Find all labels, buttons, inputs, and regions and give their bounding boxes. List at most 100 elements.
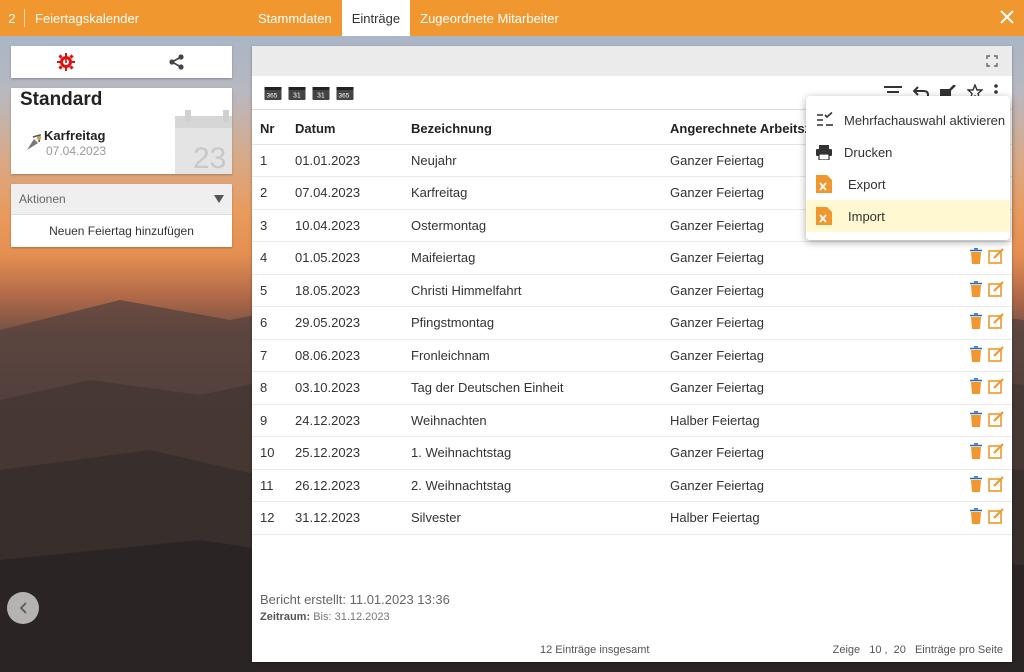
- actions-header-label: Aktionen: [19, 192, 66, 206]
- edit-icon[interactable]: [988, 346, 1004, 362]
- cell-nr: 2: [252, 176, 287, 210]
- window-number: 2: [8, 10, 16, 26]
- edit-icon[interactable]: [988, 248, 1004, 265]
- multi-select-icon: [817, 112, 833, 126]
- column-header-nr[interactable]: Nr: [252, 114, 287, 145]
- year-view-icon[interactable]: 365: [264, 85, 282, 100]
- delete-icon[interactable]: [970, 248, 982, 265]
- close-icon[interactable]: [1000, 8, 1014, 28]
- cell-arbeitszeit: Ganzer Feiertag: [662, 306, 952, 340]
- printer-icon: [816, 144, 832, 160]
- menu-item-import-label: Import: [848, 208, 885, 224]
- fullscreen-icon[interactable]: [986, 55, 998, 67]
- edit-icon[interactable]: [988, 443, 1004, 460]
- table-row[interactable]: 7 08.06.2023 Fronleichnam Ganzer Feiertag: [252, 339, 1012, 372]
- report-period: Zeitraum: Bis: 31.12.2023: [260, 611, 390, 623]
- cell-actions: [952, 469, 1012, 502]
- delete-icon[interactable]: [970, 410, 982, 427]
- menu-item-multiselect-label: Mehrfachauswahl aktivieren: [844, 112, 1006, 128]
- edit-icon[interactable]: [988, 411, 1004, 427]
- edit-icon[interactable]: [988, 508, 1004, 525]
- edit-icon[interactable]: [988, 378, 1004, 395]
- cell-arbeitszeit: Ganzer Feiertag: [662, 469, 952, 502]
- delete-icon[interactable]: [970, 345, 982, 362]
- cell-nr: 4: [252, 241, 287, 275]
- cell-bezeichnung: Pfingstmontag: [403, 306, 662, 340]
- cell-bezeichnung: Karfreitag: [403, 176, 662, 210]
- share-button[interactable]: [122, 46, 233, 78]
- page-size-option-10[interactable]: 10: [869, 644, 881, 656]
- edit-icon[interactable]: [988, 281, 1004, 297]
- edit-icon[interactable]: [988, 476, 1004, 492]
- tab-zugeordnete-mitarbeiter[interactable]: Zugeordnete Mitarbeiter: [410, 0, 569, 36]
- cell-bezeichnung: Maifeiertag: [403, 241, 662, 275]
- table-row[interactable]: 6 29.05.2023 Pfingstmontag Ganzer Feiertag: [252, 306, 1012, 340]
- cell-actions: [952, 404, 1012, 437]
- page-title: Feiertagskalender: [35, 10, 140, 26]
- add-holiday-action[interactable]: Neuen Feiertag hinzufügen: [11, 215, 232, 246]
- actions-header[interactable]: Aktionen: [11, 184, 232, 215]
- cell-datum: 26.12.2023: [287, 469, 403, 502]
- month-view-alt-icon[interactable]: 31: [312, 85, 330, 100]
- cell-actions: [952, 306, 1012, 340]
- column-header-bezeichnung[interactable]: Bezeichnung: [403, 114, 662, 145]
- cell-arbeitszeit: Halber Feiertag: [662, 404, 952, 437]
- delete-icon[interactable]: [970, 475, 982, 492]
- cell-nr: 10: [252, 436, 287, 470]
- menu-item-import[interactable]: Import: [806, 200, 1010, 232]
- delete-icon[interactable]: [970, 508, 982, 525]
- cell-actions: [952, 274, 1012, 307]
- table-row[interactable]: 5 18.05.2023 Christi Himmelfahrt Ganzer Fei…: [252, 274, 1012, 307]
- report-period-value: Bis: 31.12.2023: [313, 611, 390, 623]
- cell-nr: 6: [252, 306, 287, 340]
- year-view-alt-icon[interactable]: 365: [336, 85, 354, 100]
- cell-arbeitszeit: Ganzer Feiertag: [662, 436, 952, 470]
- cell-nr: 11: [252, 469, 287, 502]
- delete-icon[interactable]: [970, 280, 982, 297]
- chevron-left-icon: [19, 602, 27, 614]
- caret-down-icon: [214, 195, 224, 203]
- table-row[interactable]: 4 01.05.2023 Maifeiertag Ganzer Feiertag: [252, 241, 1012, 275]
- menu-item-multiselect[interactable]: Mehrfachauswahl aktivieren: [806, 104, 1010, 136]
- table-row[interactable]: 10 25.12.2023 1. Weihnachtstag Ganzer Feier…: [252, 436, 1012, 470]
- tab-stammdaten[interactable]: Stammdaten: [248, 0, 342, 36]
- cell-nr: 12: [252, 501, 287, 535]
- title-divider: [24, 9, 25, 27]
- delete-icon[interactable]: [970, 443, 982, 460]
- cell-datum: 01.01.2023: [287, 144, 403, 177]
- page-size-suffix: Einträge pro Seite: [914, 644, 1003, 656]
- table-row[interactable]: 11 26.12.2023 2. Weihnachtstag Ganzer Feier…: [252, 469, 1012, 502]
- menu-item-print-label: Drucken: [844, 144, 893, 160]
- edit-icon[interactable]: [988, 313, 1004, 330]
- page-size-option-20[interactable]: 20: [894, 644, 906, 656]
- cell-arbeitszeit: Halber Feiertag: [662, 501, 952, 535]
- next-holiday-date: 07.04.2023: [46, 144, 107, 158]
- tab-eintraege[interactable]: Einträge: [341, 0, 411, 36]
- column-header-datum[interactable]: Datum: [287, 114, 403, 145]
- cell-arbeitszeit: Ganzer Feiertag: [662, 339, 952, 372]
- total-entries: 12 Einträge insgesamt: [540, 644, 650, 656]
- cell-nr: 7: [252, 339, 287, 372]
- gear-button[interactable]: [11, 46, 122, 78]
- cell-arbeitszeit: Ganzer Feiertag: [662, 241, 952, 275]
- cell-bezeichnung: Tag der Deutschen Einheit: [403, 371, 662, 405]
- cell-bezeichnung: 1. Weihnachtstag: [403, 436, 662, 470]
- cell-datum: 25.12.2023: [287, 436, 403, 470]
- report-period-label: Zeitraum:: [260, 611, 311, 623]
- delete-icon[interactable]: [970, 313, 982, 330]
- cell-actions: [952, 339, 1012, 372]
- calendar-card[interactable]: Standard Karfreitag 07.04.2023 23: [11, 88, 232, 174]
- cell-nr: 1: [252, 144, 287, 177]
- cell-bezeichnung: Fronleichnam: [403, 339, 662, 372]
- cell-nr: 5: [252, 274, 287, 307]
- menu-item-print[interactable]: Drucken: [806, 136, 1010, 168]
- table-row[interactable]: 9 24.12.2023 Weihnachten Halber Feiertag: [252, 404, 1012, 437]
- table-row[interactable]: 12 31.12.2023 Silvester Halber Feiertag: [252, 501, 1012, 535]
- delete-icon[interactable]: [970, 378, 982, 395]
- month-view-icon[interactable]: 31: [288, 85, 306, 100]
- table-row[interactable]: 8 03.10.2023 Tag der Deutschen Einheit Ganz…: [252, 371, 1012, 405]
- month-view-label: 31: [293, 93, 301, 100]
- back-button[interactable]: [7, 592, 39, 624]
- menu-item-export[interactable]: Export: [806, 168, 1010, 200]
- panel-header: [252, 46, 1012, 76]
